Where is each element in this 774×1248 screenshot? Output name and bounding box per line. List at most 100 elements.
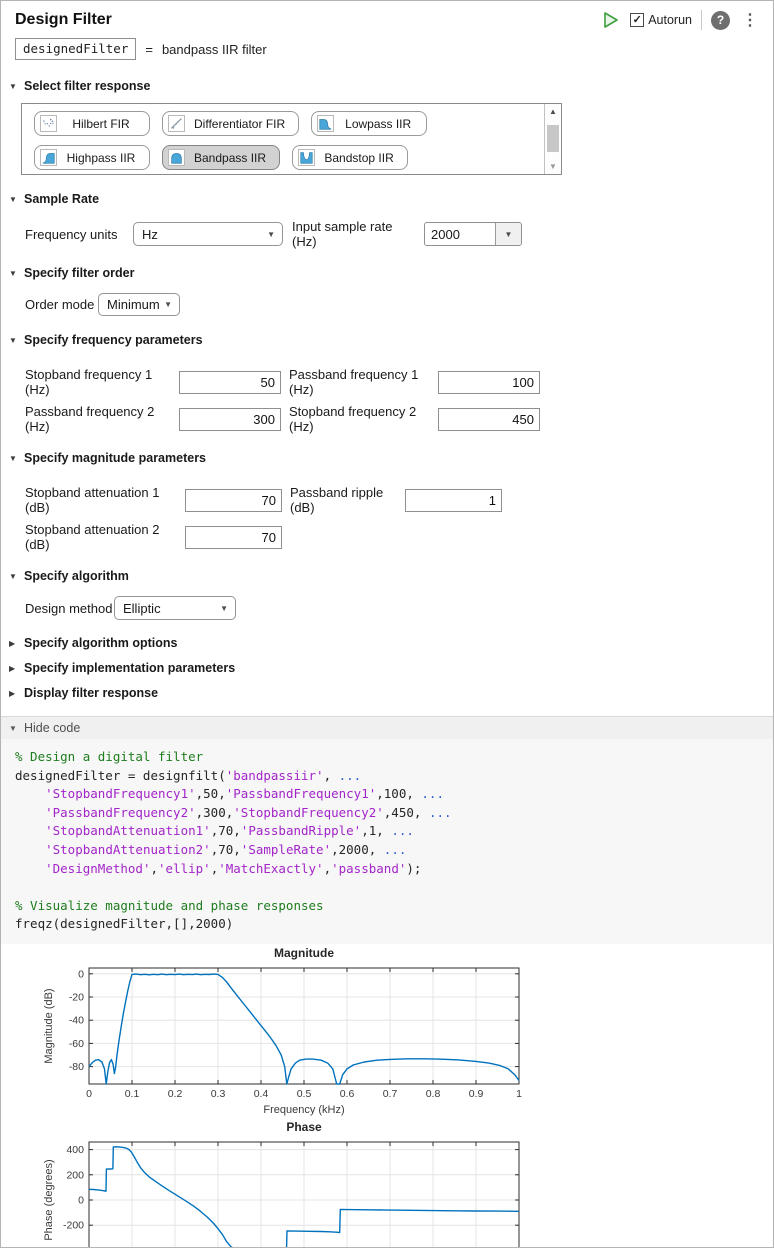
section-magnitude-parameters[interactable]: ▼ Specify magnitude parameters [1,451,773,465]
svg-text:0.7: 0.7 [383,1088,398,1100]
collapse-triangle-icon: ▼ [9,572,18,581]
equals-sign: = [145,42,153,57]
section-specify-algorithm[interactable]: ▼ Specify algorithm [1,569,773,583]
stopband-frequency-2-field[interactable] [438,408,540,431]
phase-chart: PhasePhase (degrees)00.10.20.30.40.50.60… [41,1118,773,1248]
frequency-units-dropdown[interactable]: Hz ▼ [133,222,283,246]
collapse-triangle-icon: ▶ [9,639,18,648]
input-sample-rate-label: Input sample rate (Hz) [292,219,416,249]
svg-text:-80: -80 [69,1061,84,1073]
section-title: Specify filter order [24,266,134,280]
gallery-item-differentiator-fir[interactable]: Differentiator FIR [162,111,299,136]
svg-text:0.5: 0.5 [297,1088,312,1100]
page-title: Design Filter [15,11,112,29]
svg-text:0.1: 0.1 [125,1088,140,1100]
svg-text:200: 200 [66,1169,84,1181]
svg-text:0: 0 [78,1194,84,1206]
frequency-units-label: Frequency units [25,227,133,242]
stopband-frequency-1-field[interactable] [179,371,281,394]
gallery-item-bandpass-iir[interactable]: Bandpass IIR [162,145,280,170]
section-filter-order[interactable]: ▼ Specify filter order [1,266,773,280]
design-filter-task-panel: Design Filter ✓ Autorun ? ⋮ designedFilt… [0,0,774,1248]
section-frequency-parameters[interactable]: ▼ Specify frequency parameters [1,333,773,347]
svg-text:Phase (degrees): Phase (degrees) [43,1159,55,1240]
highpass-iir-icon [40,149,57,166]
stopband-frequency-1-label: Stopband frequency 1 (Hz) [25,367,179,397]
magnitude-chart: MagnitudeMagnitude (dB)00.10.20.30.40.50… [41,944,773,1118]
section-sample-rate[interactable]: ▼ Sample Rate [1,192,773,206]
hide-code-toggle[interactable]: ▼ Hide code [1,716,773,739]
design-method-label: Design method [25,601,114,616]
section-title: Select filter response [24,79,150,93]
gallery-item-bandstop-iir[interactable]: Bandstop IIR [292,145,408,170]
gallery-item-highpass-iir[interactable]: Highpass IIR [34,145,150,170]
chevron-down-icon: ▼ [505,230,513,239]
scroll-up-icon[interactable]: ▲ [549,104,557,119]
svg-text:0: 0 [78,968,84,980]
hide-code-label: Hide code [24,721,80,735]
stopband-attenuation-2-field[interactable] [185,526,282,549]
differentiator-fir-icon [168,115,185,132]
passband-frequency-2-label: Passband frequency 2 (Hz) [25,404,179,434]
section-title: Specify magnitude parameters [24,451,206,465]
passband-frequency-2-field[interactable] [179,408,281,431]
stopband-attenuation-2-label: Stopband attenuation 2 (dB) [25,522,185,552]
generated-code-block[interactable]: % Design a digital filterdesignedFilter … [1,739,773,944]
collapse-triangle-icon: ▼ [9,269,18,278]
svg-text:Frequency (kHz): Frequency (kHz) [263,1104,344,1116]
passband-ripple-field[interactable] [405,489,502,512]
design-method-dropdown[interactable]: Elliptic ▼ [114,596,236,620]
gallery-item-lowpass-iir[interactable]: Lowpass IIR [311,111,427,136]
play-icon [602,11,620,29]
section-algorithm-options[interactable]: ▶ Specify algorithm options [1,636,773,650]
gallery-item-hilbert-fir[interactable]: Hilbert FIR [34,111,150,136]
hilbert-fir-icon [40,115,57,132]
collapse-triangle-icon: ▶ [9,664,18,673]
collapse-triangle-icon: ▼ [9,336,18,345]
collapse-triangle-icon: ▼ [9,724,18,733]
collapse-triangle-icon: ▼ [9,454,18,463]
passband-frequency-1-field[interactable] [438,371,540,394]
section-display-filter-response[interactable]: ▶ Display filter response [1,686,773,700]
output-variable-field[interactable]: designedFilter [15,38,136,60]
order-mode-label: Order mode [25,297,98,312]
svg-text:Magnitude (dB): Magnitude (dB) [43,988,55,1063]
passband-ripple-label: Passband ripple (dB) [290,485,405,515]
passband-frequency-1-label: Passband frequency 1 (Hz) [289,367,438,397]
svg-text:-20: -20 [69,991,84,1003]
combobox-arrow-button[interactable]: ▼ [495,223,521,245]
autorun-checkbox[interactable]: ✓ [630,13,644,27]
svg-text:0.3: 0.3 [211,1088,226,1100]
run-button[interactable] [601,10,621,30]
section-title: Display filter response [24,686,158,700]
filter-response-gallery: Hilbert FIR Differentiator FIR Lowpass I… [21,103,562,175]
help-button[interactable]: ? [711,11,730,30]
svg-text:-200: -200 [63,1220,84,1232]
svg-text:0.6: 0.6 [340,1088,355,1100]
svg-text:0: 0 [86,1088,92,1100]
task-header: Design Filter ✓ Autorun ? ⋮ [1,1,773,32]
filter-description: bandpass IIR filter [162,42,267,57]
header-divider [701,10,702,30]
question-icon: ? [717,13,724,27]
svg-text:-60: -60 [69,1038,84,1050]
gallery-scrollbar[interactable]: ▲ ▼ [544,104,561,174]
scroll-down-icon[interactable]: ▼ [549,159,557,174]
chevron-down-icon: ▼ [164,300,172,309]
stopband-attenuation-1-field[interactable] [185,489,282,512]
order-mode-dropdown[interactable]: Minimum ▼ [98,293,180,316]
collapse-triangle-icon: ▼ [9,82,18,91]
options-menu-button[interactable]: ⋮ [739,10,761,30]
section-implementation-parameters[interactable]: ▶ Specify implementation parameters [1,661,773,675]
svg-text:0.2: 0.2 [168,1088,183,1100]
svg-text:-40: -40 [69,1015,84,1027]
section-title: Sample Rate [24,192,99,206]
section-title: Specify frequency parameters [24,333,203,347]
input-sample-rate-combobox[interactable]: 2000 ▼ [424,222,522,246]
chevron-down-icon: ▼ [220,604,228,613]
section-select-filter-response[interactable]: ▼ Select filter response [1,79,773,93]
scrollbar-thumb[interactable] [547,125,559,152]
collapse-triangle-icon: ▶ [9,689,18,698]
section-title: Specify algorithm [24,569,129,583]
svg-text:Magnitude: Magnitude [274,946,334,960]
